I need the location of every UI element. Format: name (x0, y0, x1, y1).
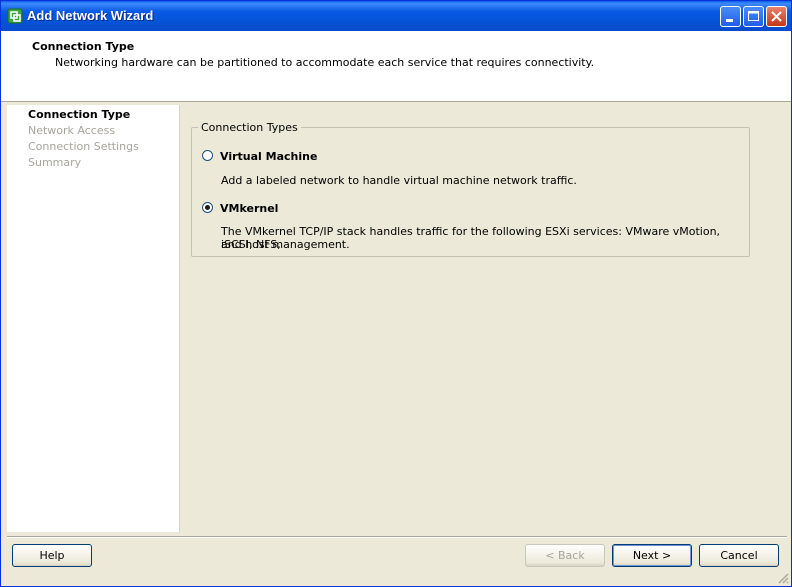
maximize-button[interactable] (743, 6, 764, 27)
wizard-steps-sidebar: Connection Type Network Access Connectio… (7, 105, 180, 532)
step-network-access: Network Access (28, 124, 116, 137)
minimize-icon (726, 19, 733, 22)
vmkernel-label[interactable]: VMkernel (220, 202, 278, 215)
wizard-window: Add Network Wizard Connection Type Netwo… (0, 0, 792, 587)
page-subtitle: Networking hardware can be partitioned t… (55, 56, 595, 69)
vmkernel-description-line2: and host management. (221, 238, 350, 251)
close-icon (771, 11, 782, 22)
wizard-header: Connection Type Networking hardware can … (1, 31, 791, 102)
next-button[interactable]: Next > (612, 544, 692, 567)
footer-separator (7, 536, 787, 538)
virtual-machine-label[interactable]: Virtual Machine (220, 150, 317, 163)
step-connection-type: Connection Type (28, 108, 131, 121)
close-button[interactable] (766, 6, 787, 27)
vmkernel-radio[interactable] (202, 202, 213, 213)
help-button[interactable]: Help (12, 544, 92, 567)
back-button[interactable]: < Back (525, 544, 605, 567)
virtual-machine-description: Add a labeled network to handle virtual … (221, 174, 577, 187)
page-title: Connection Type (32, 40, 135, 53)
minimize-button[interactable] (720, 6, 741, 27)
step-summary: Summary (28, 156, 82, 169)
resize-grip-icon[interactable] (777, 572, 789, 584)
virtual-machine-radio[interactable] (202, 150, 213, 161)
title-bar[interactable]: Add Network Wizard (1, 1, 791, 31)
maximize-icon (748, 11, 759, 21)
cancel-button[interactable]: Cancel (699, 544, 779, 567)
step-connection-settings: Connection Settings (28, 140, 139, 153)
group-legend: Connection Types (198, 121, 301, 134)
network-wizard-icon (7, 8, 23, 24)
connection-types-group: Connection Types Virtual Machine Add a l… (191, 121, 750, 257)
window-title: Add Network Wizard (27, 8, 154, 23)
